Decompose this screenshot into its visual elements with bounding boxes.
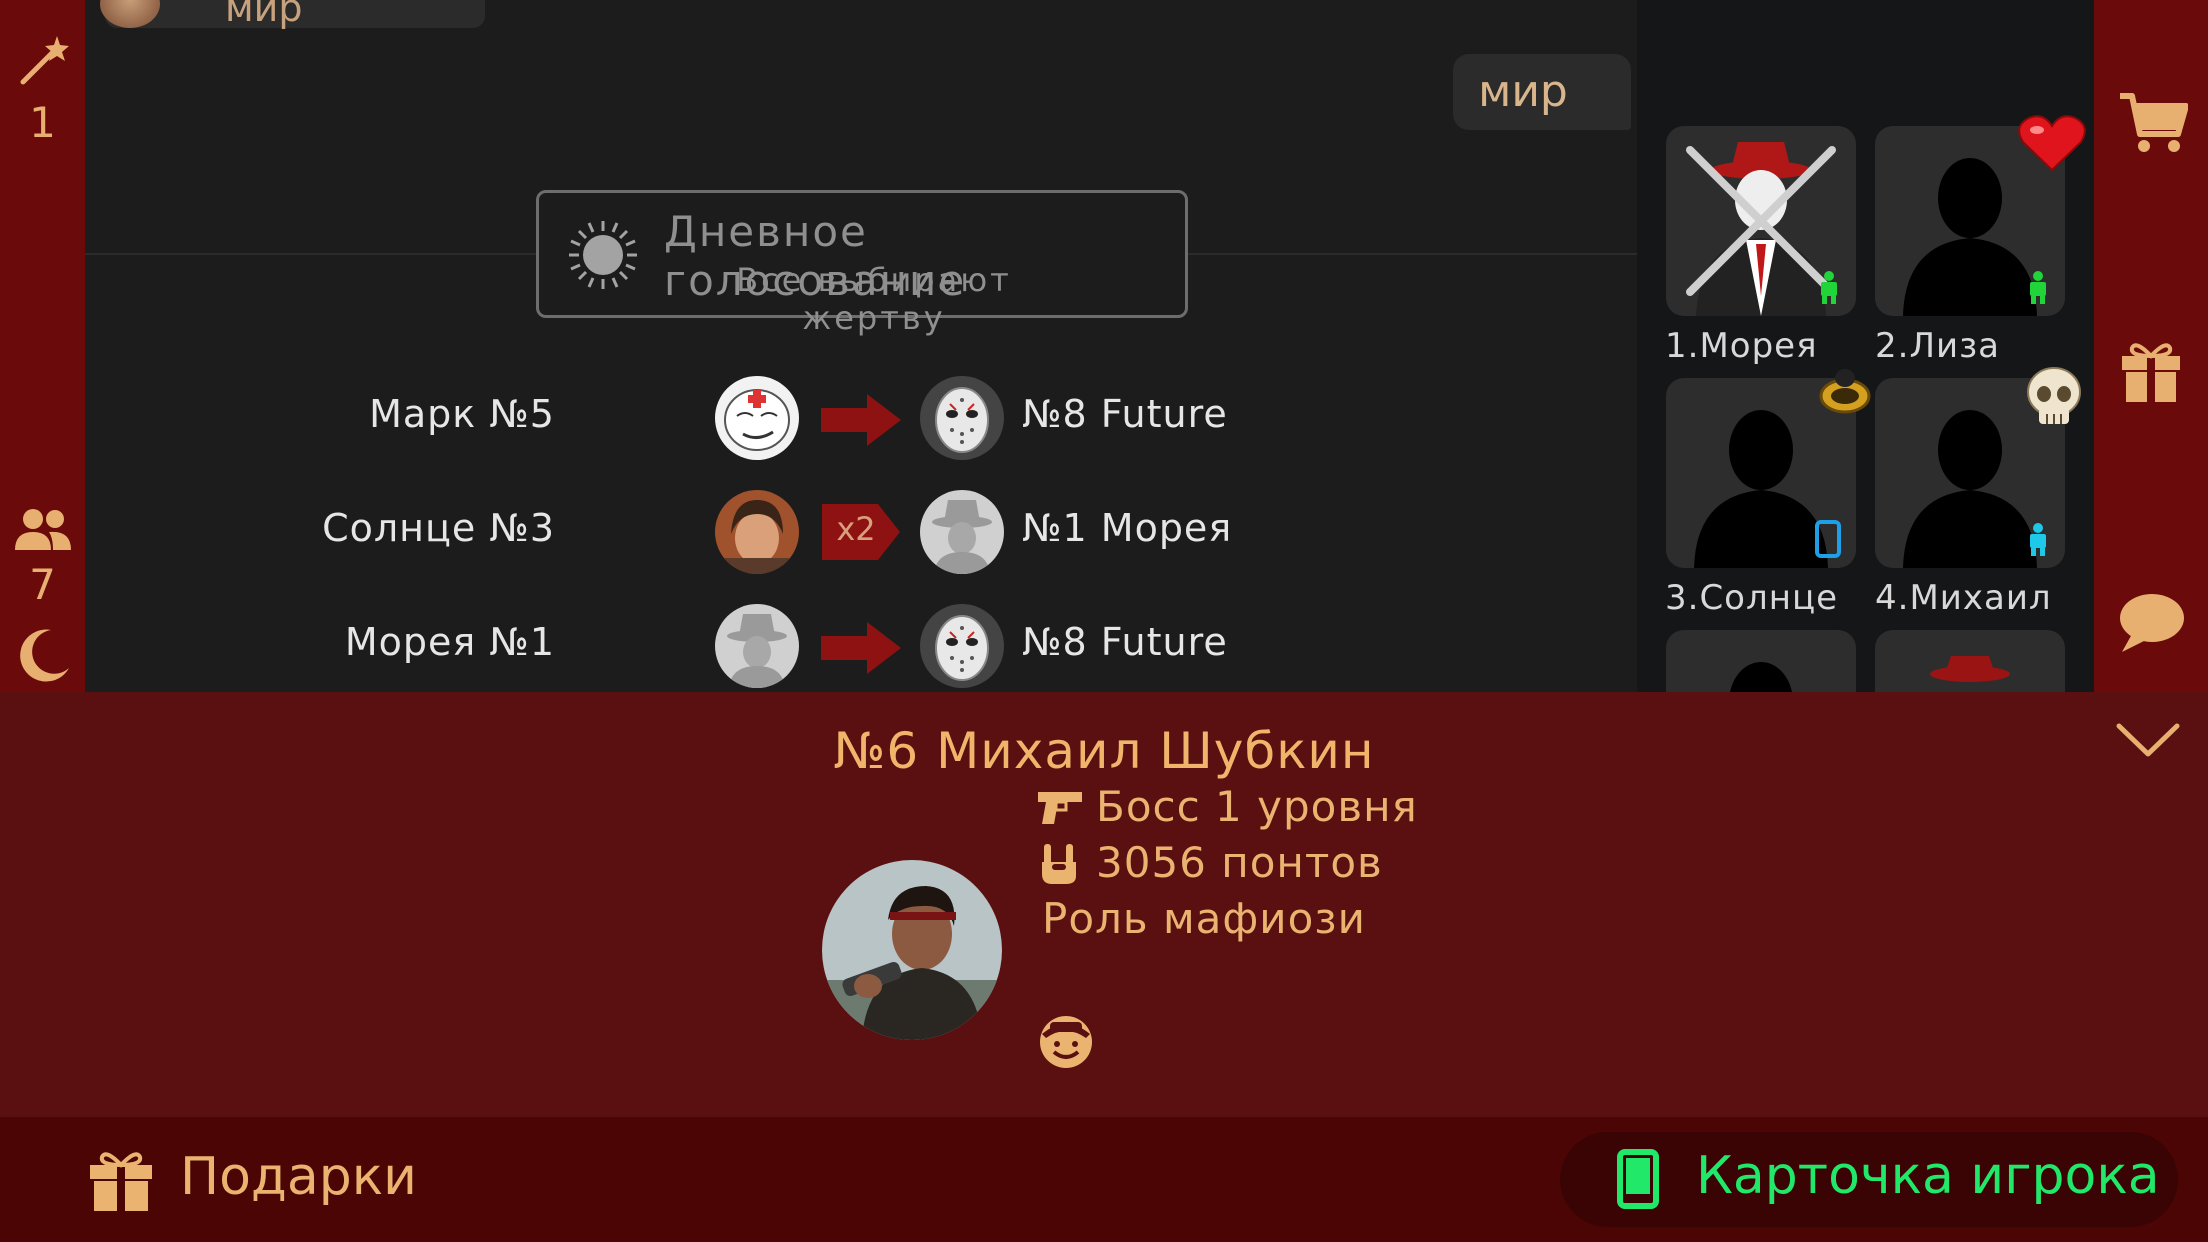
gifts-label: Подарки <box>180 1147 417 1207</box>
vote-arrow-icon <box>821 394 901 450</box>
chat-bubble-icon[interactable] <box>2116 590 2186 660</box>
target-avatar[interactable] <box>920 604 1004 688</box>
voter-name: Солнце №3 <box>322 506 555 550</box>
players-panel: 1.Морея 2.Лиза 3.Солнце 4.Михаил <box>1637 0 2094 692</box>
voter-avatar[interactable] <box>715 490 799 574</box>
heart-badge-icon <box>2017 112 2087 178</box>
shop-cart-icon[interactable] <box>2118 90 2189 160</box>
vote-multiplier: x2 <box>836 510 876 548</box>
player-name: 2.Лиза <box>1875 326 2001 366</box>
voter-name: Морея №1 <box>344 620 555 664</box>
wand-count: 1 <box>29 98 56 147</box>
vote-row: Солнце №3 x2 №1 Морея <box>85 488 1385 578</box>
player-avatar[interactable] <box>822 860 1002 1040</box>
phase-banner: Дневное голосование Все выбирают жертву <box>536 190 1188 337</box>
players-count: 7 <box>29 560 56 609</box>
mafioso-emoji-icon <box>1036 1010 1096 1074</box>
phase-subtitle: Все выбирают жертву <box>736 261 1012 337</box>
player-rank: Босс 1 уровня <box>1096 782 1418 831</box>
voter-name: Марк №5 <box>369 392 555 436</box>
target-name: №8 Future <box>1022 392 1228 436</box>
magic-wand-icon[interactable] <box>0 30 85 90</box>
player-title: №6 Михаил Шубкин <box>833 722 1375 780</box>
my-message-bubble: мир <box>1453 54 1631 130</box>
moon-icon[interactable] <box>0 624 85 684</box>
player-role: Роль мафиози <box>1042 894 1366 943</box>
chevron-down-icon[interactable] <box>2115 720 2181 764</box>
player-tile[interactable] <box>1875 630 2065 692</box>
ring-badge-icon <box>1815 360 1875 424</box>
player-tile[interactable] <box>1666 630 1856 692</box>
player-name: 3.Солнце <box>1665 578 1839 618</box>
target-avatar[interactable] <box>920 376 1004 460</box>
gift-icon[interactable] <box>2118 338 2184 408</box>
player-name: 4.Михаил <box>1875 578 2052 618</box>
footer-bar: Подарки Карточка игрока <box>0 1117 2208 1242</box>
target-name: №8 Future <box>1022 620 1228 664</box>
players-icon[interactable] <box>0 506 85 554</box>
sun-icon <box>567 219 639 295</box>
previous-message-text: мир <box>225 0 303 30</box>
player-card-label: Карточка игрока <box>1696 1146 2160 1206</box>
target-avatar[interactable] <box>920 490 1004 574</box>
skull-badge-icon <box>2023 364 2085 434</box>
player-tile[interactable] <box>1666 126 1856 316</box>
vote-row: Марк №5 №8 Future <box>85 374 1385 464</box>
rock-hand-icon <box>1040 842 1080 890</box>
chat-area: мир мир Дневное голосование Все выбирают… <box>85 0 1637 692</box>
vote-arrow-icon <box>821 622 901 678</box>
phone-icon <box>1616 1148 1660 1214</box>
player-name: 1.Морея <box>1665 326 1818 366</box>
voter-avatar[interactable] <box>715 376 799 460</box>
voter-avatar[interactable] <box>715 604 799 688</box>
vote-row: Морея №1 №8 Future <box>85 602 1385 692</box>
target-name: №1 Морея <box>1022 506 1233 550</box>
player-points: 3056 понтов <box>1096 838 1383 887</box>
left-rail: 1 7 <box>0 0 85 692</box>
player-card-button[interactable]: Карточка игрока <box>1560 1132 2178 1227</box>
right-rail <box>2094 0 2208 692</box>
gun-icon <box>1036 788 1084 832</box>
my-message-text: мир <box>1478 66 1568 117</box>
player-info-sheet: №6 Михаил Шубкин Босс 1 уровня 3056 понт… <box>0 692 2208 1117</box>
gift-icon <box>88 1147 154 1217</box>
